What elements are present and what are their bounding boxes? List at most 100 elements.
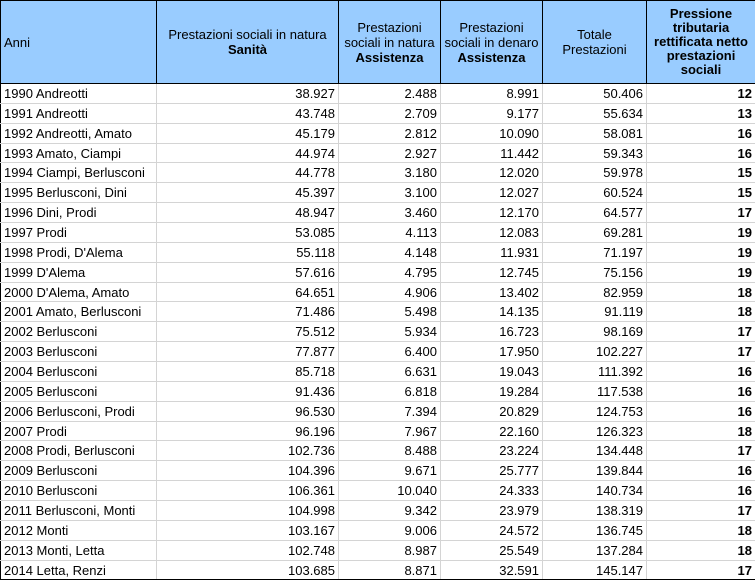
cell-assistenza-natura[interactable]: 2.812 bbox=[338, 123, 441, 144]
cell-pressione[interactable]: 17 bbox=[646, 560, 755, 581]
cell-assistenza-denaro[interactable]: 22.160 bbox=[440, 421, 543, 442]
cell-assistenza-natura[interactable]: 8.488 bbox=[338, 440, 441, 462]
cell-pressione[interactable]: 17 bbox=[646, 202, 755, 224]
cell-pressione[interactable]: 16 bbox=[646, 361, 755, 382]
cell-assistenza-natura[interactable]: 7.394 bbox=[338, 401, 441, 422]
cell-anni[interactable]: 1997 Prodi bbox=[0, 222, 157, 243]
cell-assistenza-denaro[interactable]: 13.402 bbox=[440, 282, 543, 303]
cell-totale[interactable]: 126.323 bbox=[542, 421, 647, 442]
header-assistenza-denaro[interactable]: Prestazioni sociali in denaro Assistenza bbox=[440, 0, 543, 84]
cell-totale[interactable]: 139.844 bbox=[542, 460, 647, 482]
cell-assistenza-natura[interactable]: 2.927 bbox=[338, 143, 441, 164]
cell-anni[interactable]: 2010 Berlusconi bbox=[0, 480, 157, 502]
cell-anni[interactable]: 2009 Berlusconi bbox=[0, 460, 157, 482]
cell-anni[interactable]: 2002 Berlusconi bbox=[0, 321, 157, 343]
cell-assistenza-natura[interactable]: 3.460 bbox=[338, 202, 441, 224]
cell-sanita[interactable]: 57.616 bbox=[156, 262, 339, 283]
cell-sanita[interactable]: 71.486 bbox=[156, 301, 339, 323]
cell-sanita[interactable]: 44.974 bbox=[156, 143, 339, 164]
cell-assistenza-natura[interactable]: 2.709 bbox=[338, 103, 441, 124]
cell-assistenza-denaro[interactable]: 12.027 bbox=[440, 182, 543, 204]
header-assistenza-natura[interactable]: Prestazioni sociali in natura Assistenza bbox=[338, 0, 441, 84]
cell-assistenza-natura[interactable]: 6.631 bbox=[338, 361, 441, 382]
cell-assistenza-natura[interactable]: 6.818 bbox=[338, 381, 441, 402]
cell-pressione[interactable]: 19 bbox=[646, 222, 755, 243]
cell-sanita[interactable]: 102.748 bbox=[156, 540, 339, 561]
cell-assistenza-denaro[interactable]: 12.020 bbox=[440, 162, 543, 184]
cell-pressione[interactable]: 18 bbox=[646, 421, 755, 442]
header-sanita[interactable]: Prestazioni sociali in natura Sanità bbox=[156, 0, 339, 84]
cell-assistenza-denaro[interactable]: 19.043 bbox=[440, 361, 543, 382]
cell-pressione[interactable]: 16 bbox=[646, 480, 755, 502]
cell-sanita[interactable]: 38.927 bbox=[156, 83, 339, 104]
cell-anni[interactable]: 2005 Berlusconi bbox=[0, 381, 157, 402]
cell-assistenza-natura[interactable]: 3.100 bbox=[338, 182, 441, 204]
cell-sanita[interactable]: 45.179 bbox=[156, 123, 339, 144]
cell-anni[interactable]: 1998 Prodi, D'Alema bbox=[0, 242, 157, 263]
cell-sanita[interactable]: 77.877 bbox=[156, 341, 339, 363]
cell-sanita[interactable]: 85.718 bbox=[156, 361, 339, 382]
cell-assistenza-denaro[interactable]: 14.135 bbox=[440, 301, 543, 323]
cell-assistenza-denaro[interactable]: 12.170 bbox=[440, 202, 543, 224]
cell-sanita[interactable]: 106.361 bbox=[156, 480, 339, 502]
header-pressione[interactable]: Pressione tributaria rettificata netto p… bbox=[646, 0, 755, 84]
cell-anni[interactable]: 1995 Berlusconi, Dini bbox=[0, 182, 157, 204]
cell-sanita[interactable]: 64.651 bbox=[156, 282, 339, 303]
cell-sanita[interactable]: 75.512 bbox=[156, 321, 339, 343]
cell-pressione[interactable]: 18 bbox=[646, 520, 755, 541]
cell-totale[interactable]: 59.343 bbox=[542, 143, 647, 164]
cell-assistenza-denaro[interactable]: 12.083 bbox=[440, 222, 543, 243]
cell-anni[interactable]: 2011 Berlusconi, Monti bbox=[0, 500, 157, 521]
cell-assistenza-denaro[interactable]: 24.333 bbox=[440, 480, 543, 502]
cell-assistenza-natura[interactable]: 4.148 bbox=[338, 242, 441, 263]
cell-assistenza-denaro[interactable]: 9.177 bbox=[440, 103, 543, 124]
cell-sanita[interactable]: 43.748 bbox=[156, 103, 339, 124]
cell-assistenza-natura[interactable]: 8.871 bbox=[338, 560, 441, 581]
cell-assistenza-natura[interactable]: 9.671 bbox=[338, 460, 441, 482]
cell-totale[interactable]: 138.319 bbox=[542, 500, 647, 521]
header-totale[interactable]: Totale Prestazioni bbox=[542, 0, 647, 84]
cell-assistenza-denaro[interactable]: 25.549 bbox=[440, 540, 543, 561]
cell-pressione[interactable]: 16 bbox=[646, 460, 755, 482]
cell-pressione[interactable]: 16 bbox=[646, 381, 755, 402]
cell-assistenza-denaro[interactable]: 25.777 bbox=[440, 460, 543, 482]
cell-totale[interactable]: 111.392 bbox=[542, 361, 647, 382]
cell-pressione[interactable]: 17 bbox=[646, 341, 755, 363]
cell-anni[interactable]: 2001 Amato, Berlusconi bbox=[0, 301, 157, 323]
cell-totale[interactable]: 91.119 bbox=[542, 301, 647, 323]
cell-totale[interactable]: 69.281 bbox=[542, 222, 647, 243]
cell-pressione[interactable]: 15 bbox=[646, 162, 755, 184]
cell-totale[interactable]: 140.734 bbox=[542, 480, 647, 502]
cell-totale[interactable]: 64.577 bbox=[542, 202, 647, 224]
cell-assistenza-denaro[interactable]: 23.979 bbox=[440, 500, 543, 521]
cell-sanita[interactable]: 104.396 bbox=[156, 460, 339, 482]
cell-assistenza-denaro[interactable]: 12.745 bbox=[440, 262, 543, 283]
cell-anni[interactable]: 1992 Andreotti, Amato bbox=[0, 123, 157, 144]
cell-assistenza-natura[interactable]: 10.040 bbox=[338, 480, 441, 502]
cell-sanita[interactable]: 55.118 bbox=[156, 242, 339, 263]
cell-anni[interactable]: 2008 Prodi, Berlusconi bbox=[0, 440, 157, 462]
cell-totale[interactable]: 71.197 bbox=[542, 242, 647, 263]
cell-totale[interactable]: 98.169 bbox=[542, 321, 647, 343]
cell-assistenza-denaro[interactable]: 10.090 bbox=[440, 123, 543, 144]
cell-pressione[interactable]: 13 bbox=[646, 103, 755, 124]
cell-anni[interactable]: 1993 Amato, Ciampi bbox=[0, 143, 157, 164]
cell-anni[interactable]: 2006 Berlusconi, Prodi bbox=[0, 401, 157, 422]
cell-sanita[interactable]: 48.947 bbox=[156, 202, 339, 224]
cell-pressione[interactable]: 18 bbox=[646, 540, 755, 561]
cell-sanita[interactable]: 53.085 bbox=[156, 222, 339, 243]
cell-anni[interactable]: 1991 Andreotti bbox=[0, 103, 157, 124]
cell-assistenza-denaro[interactable]: 32.591 bbox=[440, 560, 543, 581]
cell-pressione[interactable]: 19 bbox=[646, 262, 755, 283]
cell-pressione[interactable]: 17 bbox=[646, 321, 755, 343]
cell-pressione[interactable]: 17 bbox=[646, 500, 755, 521]
cell-assistenza-natura[interactable]: 5.934 bbox=[338, 321, 441, 343]
cell-assistenza-denaro[interactable]: 19.284 bbox=[440, 381, 543, 402]
cell-assistenza-denaro[interactable]: 20.829 bbox=[440, 401, 543, 422]
cell-assistenza-natura[interactable]: 9.342 bbox=[338, 500, 441, 521]
cell-assistenza-denaro[interactable]: 11.442 bbox=[440, 143, 543, 164]
cell-pressione[interactable]: 17 bbox=[646, 440, 755, 462]
cell-assistenza-natura[interactable]: 4.113 bbox=[338, 222, 441, 243]
cell-assistenza-natura[interactable]: 5.498 bbox=[338, 301, 441, 323]
cell-totale[interactable]: 102.227 bbox=[542, 341, 647, 363]
